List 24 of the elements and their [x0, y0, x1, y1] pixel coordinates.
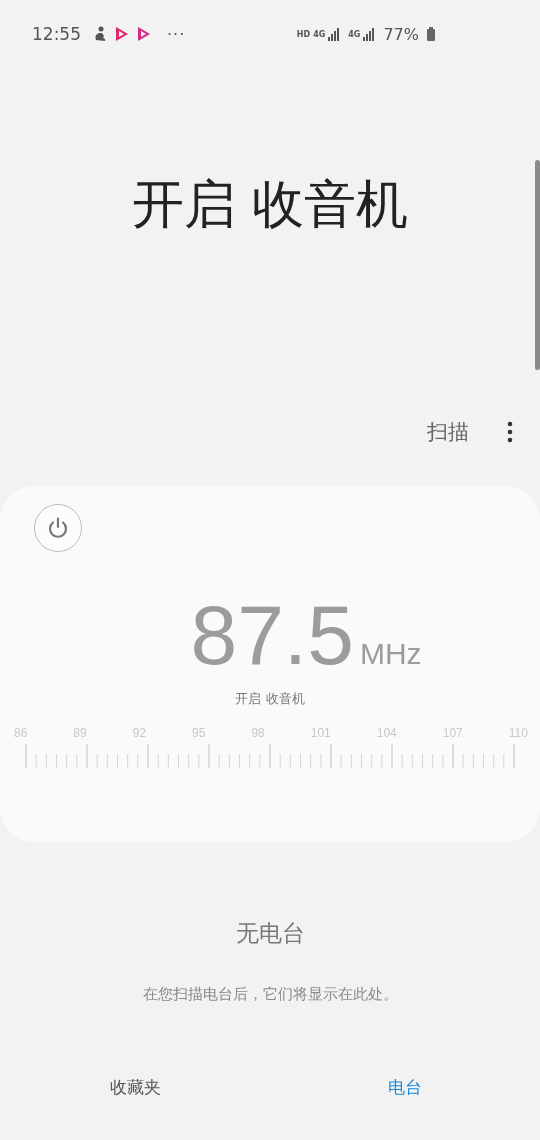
status-time: 12:55 — [32, 24, 81, 44]
tab[interactable]: 电台 — [270, 1062, 540, 1140]
play-icon — [115, 26, 129, 42]
network-label: 4G — [348, 29, 361, 39]
network-label: 4G — [313, 29, 326, 39]
page-title: 开启 收音机 — [130, 173, 410, 236]
scan-button[interactable]: 扫描 — [427, 414, 469, 450]
frequency-unit: MHz — [359, 637, 422, 671]
station-name: 开启 收音机 — [234, 690, 306, 708]
signal-icon — [363, 27, 376, 41]
more-notifications: ··· — [167, 24, 186, 44]
power-icon — [46, 516, 70, 540]
figure-icon — [93, 26, 107, 42]
more-options-icon[interactable] — [507, 421, 513, 443]
play-icon — [137, 26, 151, 42]
power-button[interactable] — [34, 504, 82, 552]
battery-percent: 77% — [383, 24, 419, 44]
signal-icon — [328, 27, 341, 41]
frequency-value: 87.5 — [190, 590, 354, 680]
hd-label: HD — [296, 29, 311, 39]
empty-title: 无电台 — [235, 919, 305, 948]
tab[interactable]: 收藏夹 — [0, 1062, 270, 1140]
battery-icon — [427, 27, 435, 41]
empty-message: 在您扫描电台后，它们将显示在此处。 — [142, 985, 398, 1004]
